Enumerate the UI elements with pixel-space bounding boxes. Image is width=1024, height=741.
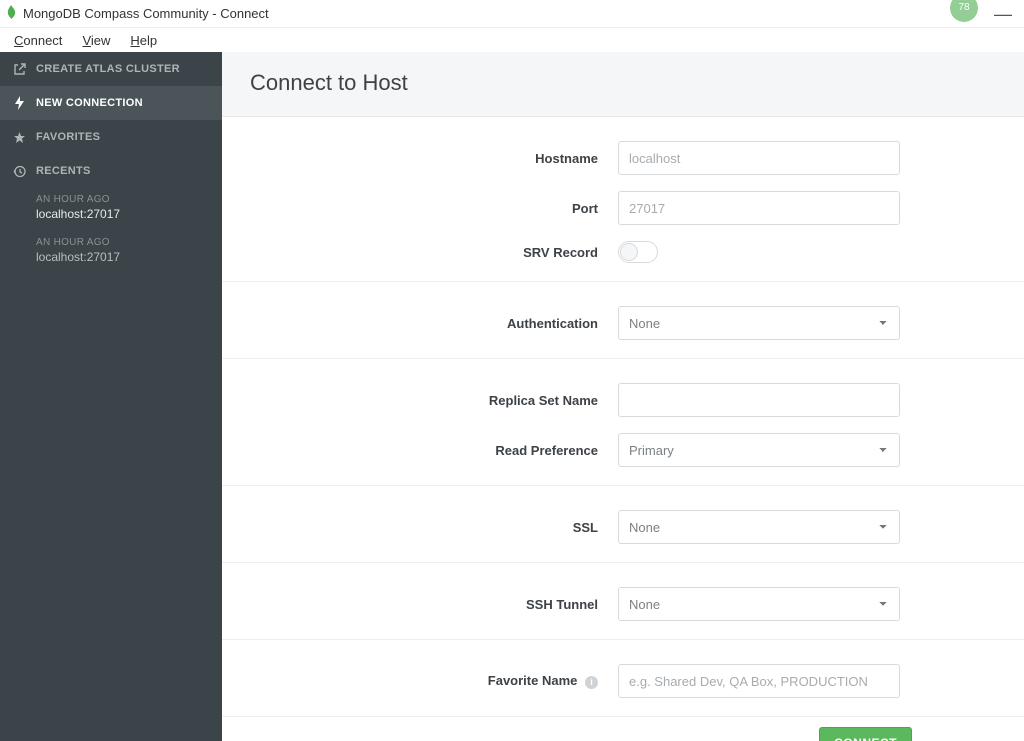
mongodb-leaf-icon (6, 5, 17, 22)
page-title: Connect to Host (250, 70, 996, 96)
label-replica-set-name: Replica Set Name (250, 393, 618, 408)
label-ssh-tunnel: SSH Tunnel (250, 597, 618, 612)
sidebar-item-label: RECENTS (36, 165, 91, 177)
title-bar: MongoDB Compass Community - Connect 78 — (0, 0, 1024, 28)
external-link-icon (12, 62, 26, 76)
label-read-preference: Read Preference (250, 443, 618, 458)
replica-set-name-input[interactable] (618, 383, 900, 417)
recent-host: localhost:27017 (36, 207, 210, 221)
section-ssh: SSH Tunnel None (222, 563, 1024, 640)
info-icon[interactable]: i (585, 676, 598, 689)
hostname-input[interactable] (618, 141, 900, 175)
sidebar-item-recents[interactable]: RECENTS (0, 154, 222, 188)
label-hostname: Hostname (250, 151, 618, 166)
sidebar-item-label: FAVORITES (36, 131, 100, 143)
sidebar-item-label: CREATE ATLAS CLUSTER (36, 63, 180, 75)
recent-timestamp: AN HOUR AGO (36, 194, 210, 205)
srv-record-toggle[interactable] (618, 241, 658, 263)
menu-connect[interactable]: Connect (4, 31, 72, 50)
favorite-name-input[interactable] (618, 664, 900, 698)
section-replica: Replica Set Name Read Preference Primary (222, 359, 1024, 486)
main-content: Connect to Host Hostname Port SRV Record (222, 52, 1024, 741)
recent-host: localhost:27017 (36, 250, 210, 264)
history-icon (12, 164, 26, 178)
authentication-select[interactable]: None (618, 306, 900, 340)
content-header: Connect to Host (222, 52, 1024, 117)
port-input[interactable] (618, 191, 900, 225)
section-favorite: Favorite Name i (222, 640, 1024, 717)
update-badge[interactable]: 78 (950, 0, 978, 22)
ssl-select[interactable]: None (618, 510, 900, 544)
menu-bar: Connect View Help (0, 28, 1024, 52)
recent-timestamp: AN HOUR AGO (36, 237, 210, 248)
recent-connection[interactable]: AN HOUR AGO localhost:27017 (0, 188, 222, 231)
sidebar-item-label: NEW CONNECTION (36, 97, 143, 109)
label-port: Port (250, 201, 618, 216)
recent-connection[interactable]: AN HOUR AGO localhost:27017 (0, 231, 222, 274)
section-host: Hostname Port SRV Record (222, 117, 1024, 282)
sidebar: CREATE ATLAS CLUSTER NEW CONNECTION FAVO… (0, 52, 222, 741)
menu-help[interactable]: Help (120, 31, 167, 50)
section-auth: Authentication None (222, 282, 1024, 359)
sidebar-item-favorites[interactable]: FAVORITES (0, 120, 222, 154)
connect-button[interactable]: CONNECT (819, 727, 912, 741)
read-preference-select[interactable]: Primary (618, 433, 900, 467)
ssh-tunnel-select[interactable]: None (618, 587, 900, 621)
label-authentication: Authentication (250, 316, 618, 331)
menu-view[interactable]: View (72, 31, 120, 50)
form-actions: CONNECT (222, 717, 1024, 741)
window-title: MongoDB Compass Community - Connect (23, 6, 269, 21)
sidebar-item-new-connection[interactable]: NEW CONNECTION (0, 86, 222, 120)
sidebar-item-create-atlas-cluster[interactable]: CREATE ATLAS CLUSTER (0, 52, 222, 86)
label-srv-record: SRV Record (250, 245, 618, 260)
label-ssl: SSL (250, 520, 618, 535)
minimize-button[interactable]: — (988, 9, 1018, 19)
star-icon (12, 130, 26, 144)
bolt-icon (12, 96, 26, 110)
section-ssl: SSL None (222, 486, 1024, 563)
label-favorite-name: Favorite Name i (250, 673, 618, 689)
